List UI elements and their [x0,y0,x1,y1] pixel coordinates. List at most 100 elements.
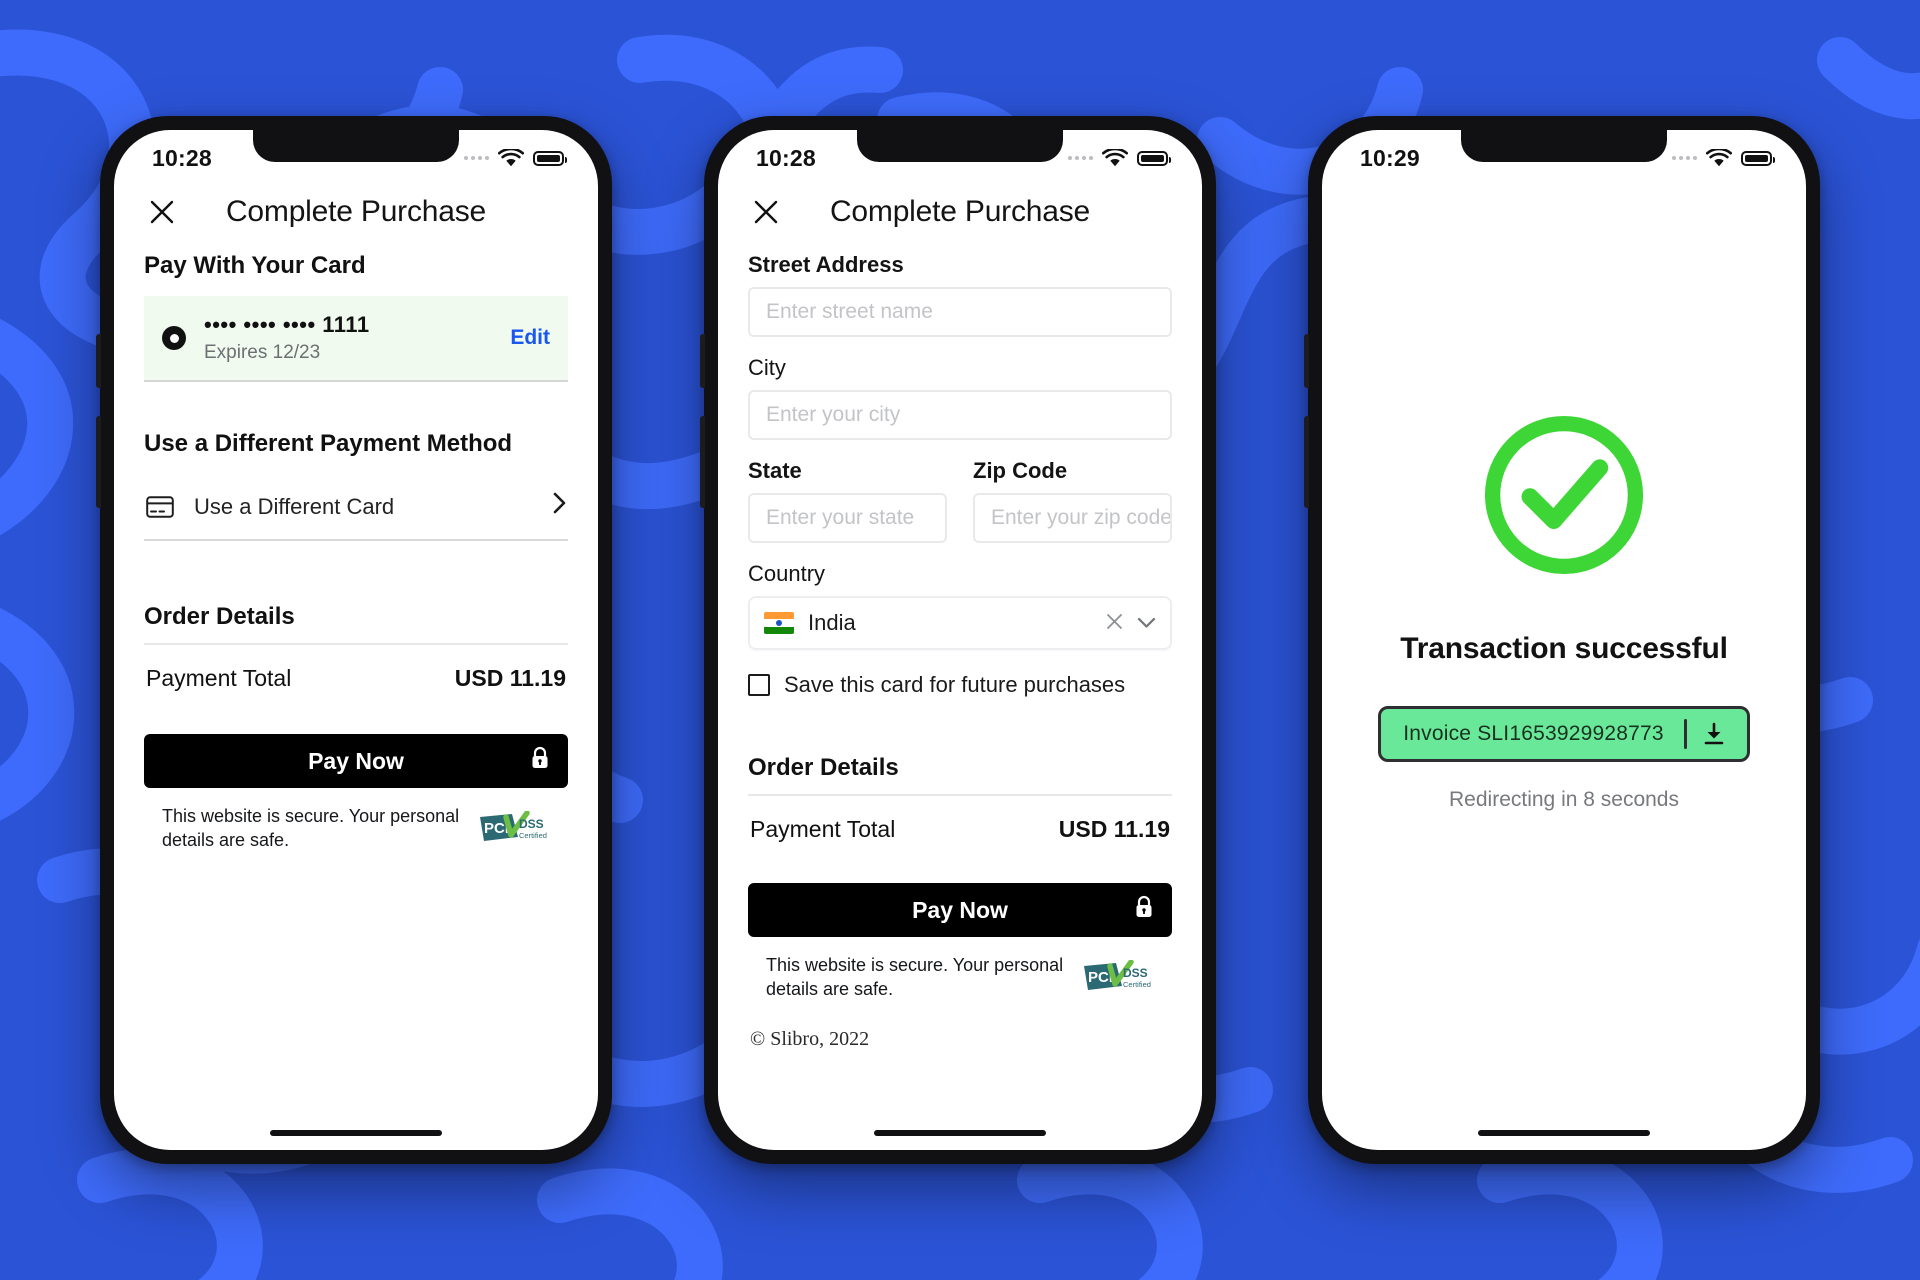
page-title: Complete Purchase [225,195,487,228]
phone-screen-checkout-address: 10:28 Complete Purchase Street Address E… [718,130,1202,1150]
order-details-heading: Order Details [144,603,295,630]
status-bar: 10:29 [1322,130,1806,180]
country-selected-value: India [808,610,856,635]
city-label: City [748,355,786,380]
redirect-countdown-text: Redirecting in 8 seconds [1449,788,1679,811]
close-icon[interactable] [144,194,180,230]
home-indicator [270,1130,442,1136]
status-bar-time: 10:28 [756,144,816,171]
card-info: •••• •••• •••• 1111 Expires 12/23 [204,312,492,364]
wifi-icon [1102,148,1128,166]
pay-now-label: Pay Now [308,747,404,774]
phone-mockups-row: 10:28 Complete Purchase Pay With Your Ca… [0,0,1920,1280]
pay-now-button[interactable]: Pay Now [748,883,1172,937]
different-method-heading: Use a Different Payment Method [144,430,513,457]
edit-card-link[interactable]: Edit [510,326,550,350]
country-field: Country India [748,561,1172,650]
payment-total-row: Payment Total USD 11.19 [144,645,568,692]
check-circle-icon [1484,415,1644,575]
card-expiry: Expires 12/23 [204,342,321,363]
phone-device-1: 10:28 Complete Purchase Pay With Your Ca… [96,116,612,1164]
chevron-down-icon[interactable] [1137,613,1156,634]
svg-text:DSS: DSS [519,817,544,831]
secure-note-text: This website is secure. Your personal de… [162,806,460,851]
battery-icon [533,150,567,166]
lock-icon [1134,895,1154,925]
status-bar-icons [1672,148,1775,168]
checkout-body: Pay With Your Card •••• •••• •••• 1111 E… [114,252,598,853]
status-bar-icons [1068,148,1171,168]
invoice-number-label: Invoice SLI1653929928773 [1403,722,1664,745]
invoice-chip[interactable]: Invoice SLI1653929928773 [1378,706,1750,762]
signal-dots-icon [1068,156,1093,160]
battery-icon [1137,150,1171,166]
phone-screen-checkout-card: 10:28 Complete Purchase Pay With Your Ca… [114,130,598,1150]
app-header: Complete Purchase [114,180,598,252]
status-bar-time: 10:29 [1360,144,1420,171]
payment-total-label: Payment Total [146,665,292,691]
signal-dots-icon [464,156,489,160]
save-card-checkbox[interactable] [748,674,770,696]
secure-note-row: This website is secure. Your personal de… [144,788,568,853]
svg-text:Certified: Certified [519,831,547,840]
battery-icon [1741,150,1775,166]
city-field: City Enter your city [748,355,1172,440]
wifi-icon [498,148,524,166]
state-label: State [748,458,802,483]
payment-total-value: USD 11.19 [1058,816,1170,842]
india-flag-icon [764,612,794,634]
card-radio-selected[interactable] [162,326,186,350]
status-bar-time: 10:28 [152,144,212,171]
signal-dots-icon [1672,156,1697,160]
phone-device-2: 10:28 Complete Purchase Street Address E… [700,116,1216,1164]
transaction-success-panel: Transaction successful Invoice SLI165392… [1322,180,1806,812]
pay-now-button[interactable]: Pay Now [144,734,568,788]
pay-with-card-heading: Pay With Your Card [144,252,366,279]
state-input[interactable]: Enter your state [748,493,947,543]
street-address-input[interactable]: Enter street name [748,287,1172,337]
saved-card-row[interactable]: •••• •••• •••• 1111 Expires 12/23 Edit [144,296,568,382]
state-field: State Enter your state [748,458,947,543]
order-details-heading: Order Details [748,754,899,781]
zip-input[interactable]: Enter your zip code [973,493,1172,543]
city-input[interactable]: Enter your city [748,390,1172,440]
wifi-icon [1706,148,1732,166]
status-bar-icons [464,148,567,168]
status-bar: 10:28 [718,130,1202,180]
app-header: Complete Purchase [718,180,1202,252]
pay-now-label: Pay Now [912,896,1008,923]
payment-total-row: Payment Total USD 11.19 [748,796,1172,843]
use-different-card-row[interactable]: Use a Different Card [144,474,568,541]
home-indicator [874,1130,1046,1136]
save-card-checkbox-row[interactable]: Save this card for future purchases [748,672,1172,698]
download-icon[interactable] [1687,722,1741,746]
phone-screen-success: 10:29 Transaction successful Invoice SLI… [1322,130,1806,1150]
chevron-right-icon[interactable] [553,492,566,521]
secure-note-text: This website is secure. Your personal de… [766,955,1064,1000]
copyright-text: © Slibro, 2022 [750,1027,870,1050]
home-indicator [1478,1130,1650,1136]
page-title: Complete Purchase [829,195,1091,228]
street-address-field: Street Address Enter street name [748,252,1172,337]
svg-text:DSS: DSS [1123,966,1148,980]
clear-x-icon[interactable] [1106,610,1123,636]
lock-icon [530,746,550,776]
state-zip-row: State Enter your state Zip Code Enter yo… [748,458,1172,561]
street-address-label: Street Address [748,252,904,277]
pci-dss-badge: PCI DSS Certified [478,810,550,845]
use-different-card-label: Use a Different Card [194,493,395,519]
success-title: Transaction successful [1400,632,1728,665]
card-number: •••• •••• •••• 1111 [204,312,370,337]
close-icon[interactable] [748,194,784,230]
phone-device-3: 10:29 Transaction successful Invoice SLI… [1304,116,1820,1164]
country-label: Country [748,561,826,586]
zip-field: Zip Code Enter your zip code [973,458,1172,543]
payment-total-label: Payment Total [750,816,896,842]
save-card-label: Save this card for future purchases [784,672,1126,697]
secure-note-row: This website is secure. Your personal de… [748,937,1172,1002]
country-select[interactable]: India [748,596,1172,650]
address-form: Street Address Enter street name City En… [718,252,1202,1051]
pci-dss-badge: PCI DSS Certified [1082,959,1154,994]
status-bar: 10:28 [114,130,598,180]
zip-label: Zip Code [973,458,1068,483]
